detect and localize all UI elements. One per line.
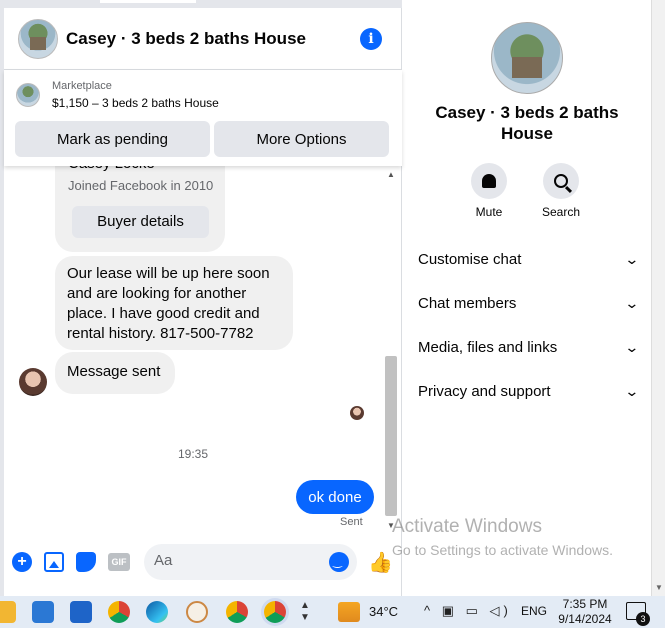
file-explorer-icon[interactable] xyxy=(0,601,16,623)
search-icon xyxy=(554,174,568,188)
conversation-avatar[interactable] xyxy=(18,18,58,59)
chat-pane: Casey · 3 beds 2 baths House i Marketpla… xyxy=(4,0,402,596)
chrome-icon[interactable] xyxy=(108,601,130,623)
activate-windows-watermark: Activate Windows Go to Settings to activ… xyxy=(392,516,613,558)
message-timestamp: 19:35 xyxy=(177,447,209,461)
marketplace-card: Marketplace $1,150 – 3 beds 2 baths Hous… xyxy=(4,70,402,166)
message-input[interactable] xyxy=(154,552,324,569)
watermark-title: Activate Windows xyxy=(392,516,542,537)
mark-as-pending-button[interactable]: Mark as pending xyxy=(15,121,210,157)
chrome-profile-icon[interactable] xyxy=(226,601,248,623)
section-label: Media, files and links xyxy=(418,338,558,356)
details-avatar xyxy=(491,22,563,94)
top-tab[interactable] xyxy=(100,0,196,3)
gif-icon[interactable]: GIF xyxy=(108,553,130,571)
system-tray-icons[interactable]: ^ ▣ ▭ ◁) xyxy=(424,603,512,619)
language-indicator[interactable]: ENG xyxy=(521,604,547,618)
taskbar: ▲ ▼ 34°C ^ ▣ ▭ ◁) ENG 7:35 PM 9/14/2024 3 xyxy=(0,596,665,628)
emoji-icon[interactable] xyxy=(329,552,349,572)
details-pane: Casey · 3 beds 2 baths House Mute Search… xyxy=(402,0,651,596)
store-icon[interactable] xyxy=(70,601,92,623)
sticker-icon[interactable] xyxy=(76,552,96,572)
chevron-down-icon: ⌄ xyxy=(624,338,640,355)
chevron-down-icon: ⌄ xyxy=(624,382,640,399)
chevron-down-icon: ⌄ xyxy=(624,250,640,267)
top-strip xyxy=(4,0,402,8)
chrome-active-icon[interactable] xyxy=(264,601,286,623)
section-chat-members[interactable]: Chat members ⌄ xyxy=(418,289,640,317)
scrollbar-thumb[interactable] xyxy=(385,356,397,516)
weather-icon[interactable] xyxy=(338,602,360,622)
chat-header: Casey · 3 beds 2 baths House i xyxy=(4,8,402,70)
my-message-bubble: ok done xyxy=(296,480,374,514)
mail-icon[interactable] xyxy=(32,601,54,623)
composer: + GIF 👍 xyxy=(4,540,402,584)
listing-thumbnail xyxy=(16,83,40,107)
mute-button[interactable]: Mute xyxy=(459,163,519,219)
message-bubble-sent-notice: Message sent xyxy=(55,352,175,394)
clock-date: 9/14/2024 xyxy=(558,612,612,626)
buyer-details-button[interactable]: Buyer details xyxy=(72,206,209,238)
section-media-files-links[interactable]: Media, files and links ⌄ xyxy=(418,333,640,361)
plus-icon[interactable]: + xyxy=(12,552,32,572)
details-title: Casey · 3 beds 2 baths House xyxy=(435,103,619,143)
scroll-up-arrow-icon[interactable]: ▲ xyxy=(387,170,395,179)
marketplace-listing-row[interactable]: Marketplace $1,150 – 3 beds 2 baths Hous… xyxy=(16,80,219,110)
seen-avatar xyxy=(350,406,364,420)
clock-time: 7:35 PM xyxy=(562,597,608,611)
notification-badge: 3 xyxy=(636,612,650,626)
more-options-button[interactable]: More Options xyxy=(214,121,389,157)
sender-avatar[interactable] xyxy=(19,368,47,396)
chevron-down-icon: ⌄ xyxy=(624,294,640,311)
mute-label: Mute xyxy=(475,205,503,219)
section-label: Privacy and support xyxy=(418,382,551,400)
info-icon[interactable]: i xyxy=(360,28,382,50)
section-label: Chat members xyxy=(418,294,517,312)
clock[interactable]: 7:35 PM 9/14/2024 xyxy=(555,597,615,627)
page-scrollbar[interactable]: ▼ xyxy=(651,0,665,596)
image-icon[interactable] xyxy=(44,552,64,572)
thumbs-up-icon[interactable]: 👍 xyxy=(368,550,393,575)
paint-icon[interactable] xyxy=(186,601,208,623)
message-input-box[interactable] xyxy=(144,544,357,580)
watermark-subtitle: Go to Settings to activate Windows. xyxy=(392,542,613,558)
buyer-joined: Joined Facebook in 2010 xyxy=(68,178,214,193)
taskbar-overflow-icon[interactable]: ▲ ▼ xyxy=(300,600,310,624)
page-scroll-down-icon[interactable]: ▼ xyxy=(655,583,663,592)
section-label: Customise chat xyxy=(418,250,522,268)
buyer-name: Casey Locke xyxy=(68,166,155,174)
buyer-card-bubble: Casey Locke Joined Facebook in 2010 Buye… xyxy=(55,166,225,252)
bell-icon xyxy=(482,174,496,188)
section-customise-chat[interactable]: Customise chat ⌄ xyxy=(418,245,640,273)
section-privacy-support[interactable]: Privacy and support ⌄ xyxy=(418,377,640,405)
message-list: Casey Locke Joined Facebook in 2010 Buye… xyxy=(4,166,402,536)
listing-summary: $1,150 – 3 beds 2 baths House xyxy=(52,96,219,110)
message-bubble-lease: Our lease will be up here soon and are l… xyxy=(55,256,293,350)
marketplace-label: Marketplace xyxy=(52,80,112,92)
chat-title[interactable]: Casey · 3 beds 2 baths House xyxy=(66,29,306,49)
chat-scrollbar[interactable]: ▲ ▼ xyxy=(383,170,399,530)
edge-icon[interactable] xyxy=(146,601,168,623)
temperature[interactable]: 34°C xyxy=(369,604,398,619)
search-label: Search xyxy=(541,205,581,219)
search-button[interactable]: Search xyxy=(531,163,591,219)
sent-status: Sent xyxy=(340,516,363,528)
